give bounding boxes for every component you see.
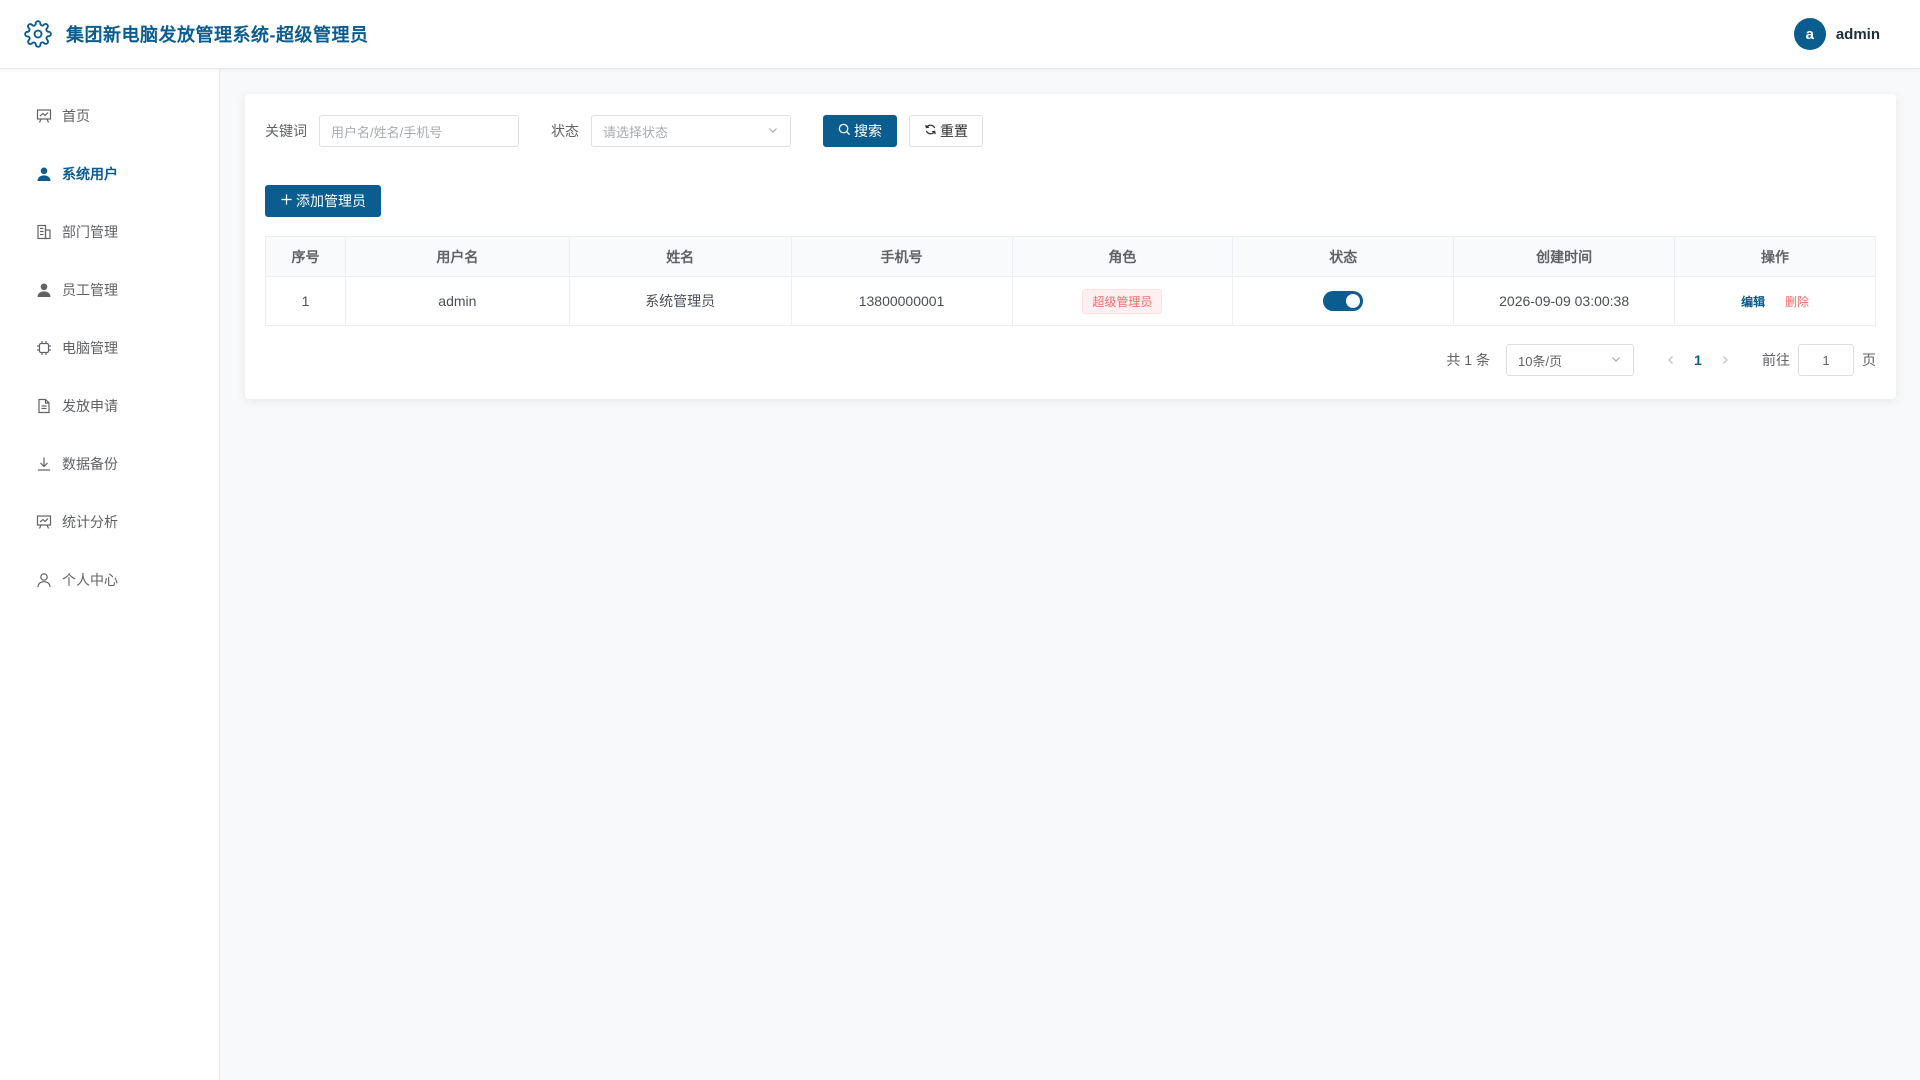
sidebar-item-employees[interactable]: 员工管理 xyxy=(0,261,219,319)
sidebar-item-label: 统计分析 xyxy=(62,514,118,530)
user-filled-icon xyxy=(36,166,52,182)
user-menu[interactable]: a admin xyxy=(1793,18,1880,50)
add-admin-button[interactable]: 添加管理员 xyxy=(265,185,381,217)
column-header: 姓名 xyxy=(568,236,792,277)
keyword-placeholder: 用户名/姓名/手机号 xyxy=(331,124,443,140)
page-suffix: 页 xyxy=(1862,352,1876,368)
cell-phone: 13800000001 xyxy=(790,276,1013,326)
sidebar-item-label: 数据备份 xyxy=(62,456,118,472)
status-select[interactable]: 请选择状态 xyxy=(591,115,791,147)
cell-name: 系统管理员 xyxy=(568,276,792,326)
sidebar-item-statistics[interactable]: 统计分析 xyxy=(0,493,219,551)
user-filled-icon xyxy=(36,282,52,298)
sidebar-item-label: 首页 xyxy=(62,108,90,124)
plus-icon xyxy=(280,193,293,209)
pagination: 共 1 条 10条/页 1 前往 1 页 xyxy=(1446,344,1876,376)
prev-page-button[interactable] xyxy=(1658,352,1684,368)
sidebar-item-system-users[interactable]: 系统用户 xyxy=(0,145,219,203)
app-title: 集团新电脑发放管理系统-超级管理员 xyxy=(66,25,369,45)
username[interactable]: admin xyxy=(1836,26,1880,43)
cell-role: 超级管理员 xyxy=(1011,276,1234,326)
search-button[interactable]: 搜索 xyxy=(823,115,897,147)
status-placeholder: 请选择状态 xyxy=(603,124,669,140)
toggle-knob xyxy=(1346,294,1361,308)
goto-page-value: 1 xyxy=(1822,352,1830,368)
cpu-chip-icon xyxy=(36,340,52,356)
sidebar-item-backup[interactable]: 数据备份 xyxy=(0,435,219,493)
table-row: 1 admin 系统管理员 13800000001 超级管理员 2026-09-… xyxy=(265,276,1876,326)
goto-label: 前往 xyxy=(1762,352,1790,368)
reset-button[interactable]: 重置 xyxy=(909,115,983,147)
goto-page-input[interactable]: 1 xyxy=(1798,344,1854,376)
sidebar-item-home[interactable]: 首页 xyxy=(0,87,219,145)
chart-board-icon xyxy=(36,514,52,530)
page-size-select[interactable]: 10条/页 xyxy=(1506,344,1634,376)
add-admin-label: 添加管理员 xyxy=(296,193,366,209)
refresh-icon xyxy=(924,123,937,139)
chevron-down-icon xyxy=(1610,353,1622,368)
user-table: 序号 用户名 姓名 手机号 角色 状态 创建时间 操作 1 admin 系统管理… xyxy=(265,236,1876,326)
page-number[interactable]: 1 xyxy=(1684,352,1712,368)
reset-button-label: 重置 xyxy=(940,123,968,139)
column-header: 序号 xyxy=(265,236,346,277)
status-toggle[interactable] xyxy=(1323,291,1364,311)
user-outline-icon xyxy=(36,572,52,588)
column-header: 操作 xyxy=(1674,236,1876,277)
total-count: 共 1 条 xyxy=(1446,352,1490,368)
search-button-label: 搜索 xyxy=(854,123,882,139)
column-header: 状态 xyxy=(1232,236,1455,277)
avatar[interactable]: a xyxy=(1793,18,1826,50)
column-header: 创建时间 xyxy=(1453,236,1676,277)
next-page-button[interactable] xyxy=(1712,352,1738,368)
delete-link[interactable]: 删除 xyxy=(1785,295,1809,309)
sidebar-item-label: 部门管理 xyxy=(62,224,118,240)
sidebar-item-label: 员工管理 xyxy=(62,282,118,298)
column-header: 用户名 xyxy=(344,236,570,277)
sidebar-item-requests[interactable]: 发放申请 xyxy=(0,377,219,435)
page-size-value: 10条/页 xyxy=(1518,353,1563,369)
sidebar: 首页 系统用户 部门管理 员工管理 电脑管理 发放申请 数据备份 统计分析 个人… xyxy=(0,69,220,1080)
status-label: 状态 xyxy=(551,123,579,139)
top-header: 集团新电脑发放管理系统-超级管理员 a admin xyxy=(0,0,1920,69)
building-icon xyxy=(36,224,52,240)
sidebar-item-departments[interactable]: 部门管理 xyxy=(0,203,219,261)
sidebar-item-label: 电脑管理 xyxy=(62,340,118,356)
cell-actions: 编辑 删除 xyxy=(1674,276,1876,326)
download-icon xyxy=(36,456,52,472)
page-jumper: 前往 1 页 xyxy=(1762,344,1876,376)
chevron-down-icon xyxy=(767,124,779,139)
keyword-label: 关键词 xyxy=(265,123,307,139)
chart-board-icon xyxy=(36,108,52,124)
cell-status xyxy=(1232,276,1455,326)
cell-username: admin xyxy=(344,276,570,326)
search-icon xyxy=(838,123,851,139)
table-header-row: 序号 用户名 姓名 手机号 角色 状态 创建时间 操作 xyxy=(265,236,1876,277)
sidebar-item-label: 系统用户 xyxy=(62,166,118,182)
role-tag: 超级管理员 xyxy=(1082,288,1163,314)
cell-created: 2026-09-09 03:00:38 xyxy=(1453,276,1676,326)
sidebar-item-profile[interactable]: 个人中心 xyxy=(0,551,219,609)
column-header: 手机号 xyxy=(790,236,1013,277)
document-icon xyxy=(36,398,52,414)
edit-link[interactable]: 编辑 xyxy=(1741,295,1765,309)
sidebar-item-computers[interactable]: 电脑管理 xyxy=(0,319,219,377)
search-form: 关键词 用户名/姓名/手机号 状态 请选择状态 搜索 重置 xyxy=(265,115,983,147)
sidebar-item-label: 发放申请 xyxy=(62,398,118,414)
keyword-input[interactable]: 用户名/姓名/手机号 xyxy=(319,115,519,147)
sidebar-item-label: 个人中心 xyxy=(62,572,118,588)
cell-index: 1 xyxy=(265,276,346,326)
gear-icon xyxy=(24,20,52,48)
user-list-card: 关键词 用户名/姓名/手机号 状态 请选择状态 搜索 重置 添加管理员 序号 用… xyxy=(245,94,1896,399)
brand: 集团新电脑发放管理系统-超级管理员 xyxy=(24,20,369,48)
column-header: 角色 xyxy=(1011,236,1234,277)
